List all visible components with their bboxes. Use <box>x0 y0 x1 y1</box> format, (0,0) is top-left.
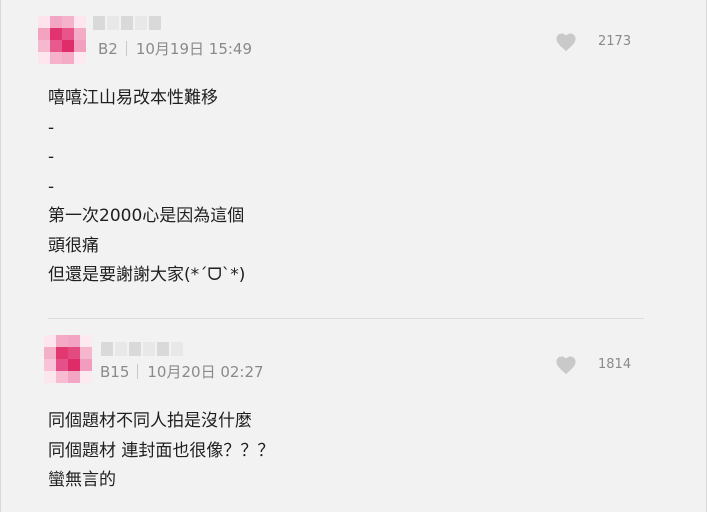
username-blurred[interactable] <box>101 342 185 358</box>
comment-line: 同個題材 連封面也很像？？？ <box>48 440 275 461</box>
username-blurred[interactable] <box>93 16 163 32</box>
comment-meta: B2 10月19日 15:49 <box>98 38 252 59</box>
comment-line: - <box>48 176 55 197</box>
comment-date: 10月20日 02:27 <box>147 363 264 381</box>
comment-item: B15 10月20日 02:27 1814 同個題材不同人拍是沒什麼 同個題材 … <box>1 318 707 512</box>
meta-divider <box>137 364 139 379</box>
like-count: 1814 <box>598 357 632 372</box>
comment-list: B2 10月19日 15:49 2173 嘻嘻江山易改本性難移 - - - 第一… <box>0 0 707 512</box>
floor-number: B15 <box>100 362 130 381</box>
comment-line: 第一次2000心是因為這個 <box>48 206 245 226</box>
comment-content: 嘻嘻江山易改本性難移 - - - 第一次2000心是因為這個 頭很痛 但還是要謝… <box>48 84 245 291</box>
like-count: 2173 <box>598 34 632 49</box>
comment-line: 同個題材不同人拍是沒什麼 <box>48 411 252 431</box>
floor-number: B2 <box>98 39 118 58</box>
heart-icon[interactable] <box>555 32 577 52</box>
comment-date: 10月19日 15:49 <box>135 40 253 58</box>
comment-line: 但還是要謝謝大家(*ˊᗜˋ*) <box>48 265 246 285</box>
heart-icon[interactable] <box>555 355 577 375</box>
comment-content: 同個題材不同人拍是沒什麼 同個題材 連封面也很像？？？ 蠻無言的 <box>48 407 274 496</box>
comment-line: 嘻嘻江山易改本性難移 <box>48 88 218 108</box>
meta-divider <box>125 41 127 56</box>
comment-line: 頭很痛 <box>48 235 99 256</box>
avatar[interactable] <box>38 16 86 64</box>
comment-line: - <box>48 117 55 138</box>
comment-item: B2 10月19日 15:49 2173 嘻嘻江山易改本性難移 - - - 第一… <box>1 0 707 318</box>
comment-line: - <box>48 147 55 167</box>
comment-meta: B15 10月20日 02:27 <box>100 361 264 382</box>
avatar[interactable] <box>44 335 92 383</box>
comment-line: 蠻無言的 <box>48 470 116 490</box>
